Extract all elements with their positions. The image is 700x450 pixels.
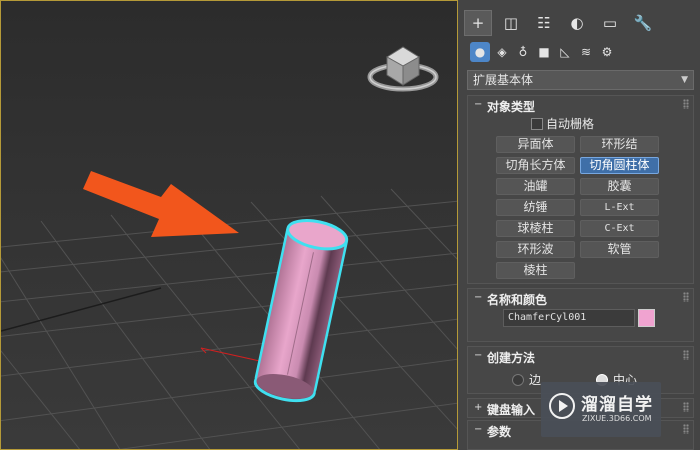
category-dropdown[interactable]: 扩展基本体 ▼ xyxy=(467,70,694,90)
collapse-minus-icon: − xyxy=(474,424,483,435)
cameras-icon[interactable]: ■ xyxy=(534,42,554,62)
chamfer-box-button[interactable]: 切角长方体 xyxy=(496,157,575,174)
rollout-grip-icon[interactable] xyxy=(683,99,689,109)
play-logo-icon xyxy=(549,393,575,419)
object-type-title: 对象类型 xyxy=(487,100,536,114)
viewport-scene xyxy=(1,46,457,449)
hedra-button[interactable]: 异面体 xyxy=(496,136,575,153)
l-ext-button[interactable]: L-Ext xyxy=(580,199,659,216)
shapes-icon[interactable]: ◈ xyxy=(492,42,512,62)
capsule-button[interactable]: 胶囊 xyxy=(580,178,659,195)
systems-icon[interactable]: ⚙ xyxy=(597,42,617,62)
collapse-minus-icon: − xyxy=(474,350,483,361)
spacewarps-icon[interactable]: ≋ xyxy=(576,42,596,62)
torus-knot-button[interactable]: 环形结 xyxy=(580,136,659,153)
spindle-button[interactable]: 纺锤 xyxy=(496,199,575,216)
ring-wave-button[interactable]: 环形波 xyxy=(496,241,575,258)
expand-plus-icon: + xyxy=(474,402,483,413)
hierarchy-tab-icon[interactable]: ☷ xyxy=(530,10,558,36)
prism-button[interactable]: 棱柱 xyxy=(496,262,575,279)
collapse-minus-icon: − xyxy=(474,99,483,110)
grid-axis-line xyxy=(1,287,162,332)
oil-tank-button[interactable]: 油罐 xyxy=(496,178,575,195)
modify-tab-icon[interactable]: ◫ xyxy=(497,10,525,36)
viewcube-icon xyxy=(367,46,439,92)
creation-method-header[interactable]: − 创建方法 xyxy=(468,347,693,367)
object-type-header[interactable]: − 对象类型 xyxy=(468,96,693,116)
hose-button[interactable]: 软管 xyxy=(580,241,659,258)
autogrid-checkbox[interactable] xyxy=(531,118,543,130)
name-color-rollout: − 名称和颜色 ChamferCyl001 xyxy=(467,288,694,342)
keyboard-entry-title: 键盘输入 xyxy=(487,403,536,417)
name-color-title: 名称和颜色 xyxy=(487,293,548,307)
chevron-down-icon: ▼ xyxy=(681,75,688,85)
edge-radio-label: 边 xyxy=(529,373,542,387)
gengon-button[interactable]: 球棱柱 xyxy=(496,220,575,237)
c-ext-button[interactable]: C-Ext xyxy=(580,220,659,237)
site-watermark: 溜溜自学 ZIXUE.3D66.COM xyxy=(541,382,661,437)
motion-tab-icon[interactable]: ◐ xyxy=(563,10,591,36)
edge-radio[interactable] xyxy=(512,374,524,386)
rollout-grip-icon[interactable] xyxy=(683,402,689,412)
name-color-header[interactable]: − 名称和颜色 xyxy=(468,289,693,309)
display-tab-icon[interactable]: ▭ xyxy=(596,10,624,36)
watermark-title: 溜溜自学 xyxy=(581,395,653,415)
rollout-grip-icon[interactable] xyxy=(683,424,689,434)
rollout-grip-icon[interactable] xyxy=(683,292,689,302)
perspective-viewport[interactable] xyxy=(0,0,458,450)
watermark-url: ZIXUE.3D66.COM xyxy=(582,414,652,423)
category-value: 扩展基本体 xyxy=(473,73,534,87)
object-name-field[interactable]: ChamferCyl001 xyxy=(503,309,635,327)
create-tab-plus-icon[interactable]: + xyxy=(464,10,492,36)
rollout-grip-icon[interactable] xyxy=(683,350,689,360)
utilities-tab-icon[interactable]: 🔧 xyxy=(629,10,657,36)
collapse-minus-icon: − xyxy=(474,292,483,303)
pointer-arrow xyxy=(83,171,239,237)
autogrid-label: 自动栅格 xyxy=(546,117,595,131)
lights-icon[interactable]: ♁ xyxy=(513,42,533,62)
object-color-swatch[interactable] xyxy=(638,309,655,327)
helpers-icon[interactable]: ◺ xyxy=(555,42,575,62)
geometry-icon[interactable]: ● xyxy=(470,42,490,62)
chamfer-cylinder-button[interactable]: 切角圆柱体 xyxy=(580,157,659,174)
parameters-title: 参数 xyxy=(487,425,512,439)
object-type-rollout: − 对象类型 自动栅格 异面体 环形结 切角长方体 切角圆柱体 油罐 胶囊 纺锤… xyxy=(467,95,694,284)
creation-method-title: 创建方法 xyxy=(487,351,536,365)
